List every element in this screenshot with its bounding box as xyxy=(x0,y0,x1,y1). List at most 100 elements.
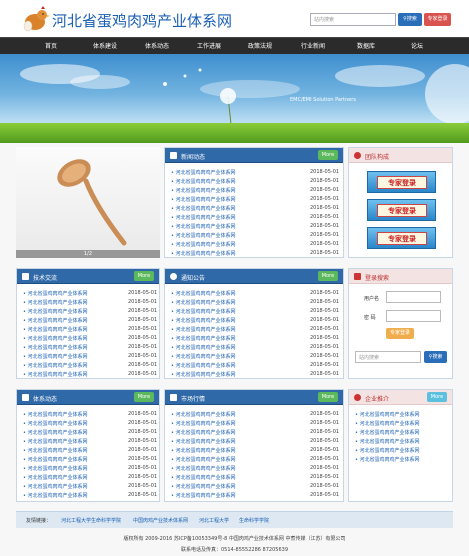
friend-link[interactable]: 中国肉鸡产业技术体系网 xyxy=(133,517,188,524)
list-item-title[interactable]: • 河北省蛋鸡肉鸡产业体系网 xyxy=(171,214,236,221)
friend-link[interactable]: 生命科学学院 xyxy=(239,517,269,524)
nav-item-system-building[interactable]: 体系建设 xyxy=(82,38,128,55)
list-item-title[interactable]: • 河北省蛋鸡肉鸡产业体系网 xyxy=(23,326,88,333)
list-item-title[interactable]: • 河北省蛋鸡肉鸡产业体系网 xyxy=(23,429,88,436)
list-item-title[interactable]: • 河北省蛋鸡肉鸡产业体系网 xyxy=(355,411,420,418)
list-item-title[interactable]: • 河北省蛋鸡肉鸡产业体系网 xyxy=(171,196,236,203)
list-item-title[interactable]: • 河北省蛋鸡肉鸡产业体系网 xyxy=(171,344,236,351)
list-item-title[interactable]: • 河北省蛋鸡肉鸡产业体系网 xyxy=(171,483,236,490)
list-item-title[interactable]: • 河北省蛋鸡肉鸡产业体系网 xyxy=(23,335,88,342)
list-item-title[interactable]: • 河北省蛋鸡肉鸡产业体系网 xyxy=(171,447,236,454)
list-item-title[interactable]: • 河北省蛋鸡肉鸡产业体系网 xyxy=(171,308,236,315)
list-item-title[interactable]: • 河北省蛋鸡肉鸡产业体系网 xyxy=(171,241,236,248)
list-item-date: 2018-05-01 xyxy=(310,474,340,480)
list-item-title[interactable]: • 河北省蛋鸡肉鸡产业体系网 xyxy=(23,456,88,463)
list-item-title[interactable]: • 河北省蛋鸡肉鸡产业体系网 xyxy=(23,344,88,351)
list-item-title[interactable]: • 河北省蛋鸡肉鸡产业体系网 xyxy=(171,456,236,463)
list-item-title[interactable]: • 河北省蛋鸡肉鸡产业体系网 xyxy=(23,420,88,427)
list-item-title[interactable]: • 河北省蛋鸡肉鸡产业体系网 xyxy=(171,317,236,324)
expert-login-banner[interactable]: 专家登录 xyxy=(367,227,436,249)
friend-link[interactable]: 河北工程大学 xyxy=(199,517,229,524)
wooden-spoon-image xyxy=(57,159,127,246)
expert-login-banner[interactable]: 专家登录 xyxy=(367,171,436,193)
list-item-title[interactable]: • 河北省蛋鸡肉鸡产业体系网 xyxy=(23,465,88,472)
enterprise-more-button[interactable]: More xyxy=(427,392,447,402)
nav-item-home[interactable]: 首页 xyxy=(28,38,74,55)
list-item-title[interactable]: • 河北省蛋鸡肉鸡产业体系网 xyxy=(355,429,420,436)
market-more-button[interactable]: More xyxy=(318,392,338,402)
list-item-title[interactable]: • 河北省蛋鸡肉鸡产业体系网 xyxy=(23,447,88,454)
list-item-title[interactable]: • 河北省蛋鸡肉鸡产业体系网 xyxy=(355,438,420,445)
list-item-title[interactable]: • 河北省蛋鸡肉鸡产业体系网 xyxy=(23,483,88,490)
team-panel-header: 团队构成 xyxy=(349,148,452,163)
list-item-title[interactable]: • 河北省蛋鸡肉鸡产业体系网 xyxy=(355,456,420,463)
list-item-title[interactable]: • 河北省蛋鸡肉鸡产业体系网 xyxy=(171,232,236,239)
expert-login-button[interactable]: 专家登录 xyxy=(386,328,414,339)
list-item-title[interactable]: • 河北省蛋鸡肉鸡产业体系网 xyxy=(171,429,236,436)
list-item-title[interactable]: • 河北省蛋鸡肉鸡产业体系网 xyxy=(23,411,88,418)
list-item-title[interactable]: • 河北省蛋鸡肉鸡产业体系网 xyxy=(171,411,236,418)
list-item-title[interactable]: • 河北省蛋鸡肉鸡产业体系网 xyxy=(171,465,236,472)
tech-more-button[interactable]: More xyxy=(134,271,154,281)
list-item-title[interactable]: • 河北省蛋鸡肉鸡产业体系网 xyxy=(23,308,88,315)
news-panel-title: 新闻动态 xyxy=(181,154,206,161)
list-item-title[interactable]: • 河北省蛋鸡肉鸡产业体系网 xyxy=(23,299,88,306)
side-search-input[interactable]: 站内搜索 xyxy=(355,351,421,363)
username-field[interactable] xyxy=(386,291,441,303)
person-icon xyxy=(354,152,361,159)
list-item-title[interactable]: • 河北省蛋鸡肉鸡产业体系网 xyxy=(23,353,88,360)
header-search-input[interactable]: 站内搜索 xyxy=(310,13,396,26)
friend-link[interactable]: 河北工程大学生命科学学院 xyxy=(61,517,121,524)
list-item-title[interactable]: • 河北省蛋鸡肉鸡产业体系网 xyxy=(23,290,88,297)
list-item-title[interactable]: • 河北省蛋鸡肉鸡产业体系网 xyxy=(23,362,88,369)
expert-login-banner[interactable]: 专家登录 xyxy=(367,199,436,221)
list-item-date: 2018-05-01 xyxy=(310,241,340,247)
list-item-title[interactable]: • 河北省蛋鸡肉鸡产业体系网 xyxy=(171,326,236,333)
list-item-title[interactable]: • 河北省蛋鸡肉鸡产业体系网 xyxy=(23,317,88,324)
list-item-title[interactable]: • 河北省蛋鸡肉鸡产业体系网 xyxy=(23,371,88,378)
featured-image-carousel[interactable]: 1/2 xyxy=(16,147,160,258)
list-item-title[interactable]: • 河北省蛋鸡肉鸡产业体系网 xyxy=(171,223,236,230)
market-panel-title: 市场行情 xyxy=(181,396,206,403)
side-search-button[interactable]: ⚲搜索 xyxy=(424,351,447,363)
list-item-title[interactable]: • 河北省蛋鸡肉鸡产业体系网 xyxy=(171,438,236,445)
list-item-title[interactable]: • 河北省蛋鸡肉鸡产业体系网 xyxy=(171,371,236,378)
list-item-date: 2018-05-01 xyxy=(310,169,340,175)
nav-item-database[interactable]: 数据库 xyxy=(343,38,389,55)
nav-item-system-news[interactable]: 体系动态 xyxy=(134,38,180,55)
nav-item-policy[interactable]: 政策法规 xyxy=(237,38,283,55)
list-item-date: 2018-05-01 xyxy=(128,344,158,350)
list-item-title[interactable]: • 河北省蛋鸡肉鸡产业体系网 xyxy=(171,299,236,306)
list-item-title[interactable]: • 河北省蛋鸡肉鸡产业体系网 xyxy=(355,447,420,454)
list-item-title[interactable]: • 河北省蛋鸡肉鸡产业体系网 xyxy=(171,169,236,176)
password-field[interactable] xyxy=(386,310,441,322)
list-item-title[interactable]: • 河北省蛋鸡肉鸡产业体系网 xyxy=(23,438,88,445)
notice-more-button[interactable]: More xyxy=(318,271,338,281)
list-item-date: 2018-05-01 xyxy=(128,335,158,341)
news-more-button[interactable]: More xyxy=(318,150,338,160)
list-item-date: 2018-05-01 xyxy=(128,492,158,498)
system-more-button[interactable]: More xyxy=(134,392,154,402)
nav-item-industry-news[interactable]: 行业新闻 xyxy=(290,38,336,55)
list-item-title[interactable]: • 河北省蛋鸡肉鸡产业体系网 xyxy=(171,362,236,369)
list-item-title[interactable]: • 河北省蛋鸡肉鸡产业体系网 xyxy=(171,187,236,194)
list-item-title[interactable]: • 河北省蛋鸡肉鸡产业体系网 xyxy=(23,492,88,499)
list-item-title[interactable]: • 河北省蛋鸡肉鸡产业体系网 xyxy=(171,205,236,212)
list-item-title[interactable]: • 河北省蛋鸡肉鸡产业体系网 xyxy=(171,353,236,360)
username-label: 用户名 xyxy=(364,296,380,302)
list-icon xyxy=(22,394,29,401)
list-item-title[interactable]: • 河北省蛋鸡肉鸡产业体系网 xyxy=(23,474,88,481)
list-item-title[interactable]: • 河北省蛋鸡肉鸡产业体系网 xyxy=(355,420,420,427)
nav-item-progress[interactable]: 工作进展 xyxy=(186,38,232,55)
list-item-title[interactable]: • 河北省蛋鸡肉鸡产业体系网 xyxy=(171,492,236,499)
header-login-button[interactable]: 专家登录 xyxy=(424,13,451,26)
list-item-title[interactable]: • 河北省蛋鸡肉鸡产业体系网 xyxy=(171,250,236,257)
list-item-title[interactable]: • 河北省蛋鸡肉鸡产业体系网 xyxy=(171,335,236,342)
list-item-title[interactable]: • 河北省蛋鸡肉鸡产业体系网 xyxy=(171,290,236,297)
header-search-button[interactable]: ⚲搜索 xyxy=(398,13,422,26)
list-item-title[interactable]: • 河北省蛋鸡肉鸡产业体系网 xyxy=(171,178,236,185)
nav-item-forum[interactable]: 论坛 xyxy=(394,38,440,55)
list-item-title[interactable]: • 河北省蛋鸡肉鸡产业体系网 xyxy=(171,474,236,481)
list-item-title[interactable]: • 河北省蛋鸡肉鸡产业体系网 xyxy=(171,420,236,427)
list-item-date: 2018-05-01 xyxy=(310,411,340,417)
